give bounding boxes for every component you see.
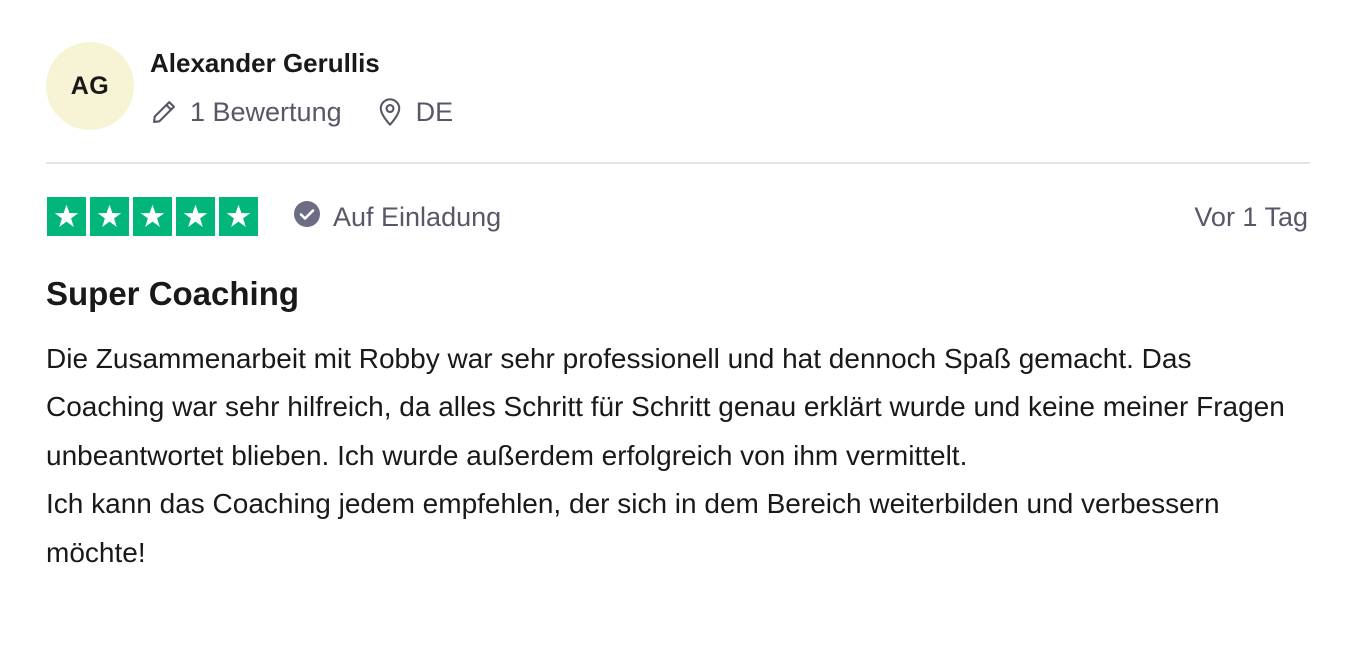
review-body: Die Zusammenarbeit mit Robby war sehr pr… xyxy=(46,335,1310,577)
invite-label: Auf Einladung xyxy=(333,201,502,232)
star-icon xyxy=(219,197,258,236)
pencil-icon xyxy=(150,98,178,126)
review-card: AG Alexander Gerullis 1 Bewertung DE Auf… xyxy=(46,0,1310,646)
rating-row: Auf Einladung Vor 1 Tag xyxy=(46,196,1310,238)
review-count-text: 1 Bewertung xyxy=(190,96,342,127)
consumer-name[interactable]: Alexander Gerullis xyxy=(150,48,380,78)
verified-check-icon xyxy=(293,200,321,235)
country-code: DE xyxy=(415,96,454,127)
star-rating xyxy=(47,197,258,236)
review-paragraph: Die Zusammenarbeit mit Robby war sehr pr… xyxy=(46,343,1285,471)
consumer-meta: 1 Bewertung DE xyxy=(150,94,453,130)
avatar[interactable]: AG xyxy=(46,42,134,130)
consumer-location: DE xyxy=(376,96,454,128)
review-count: 1 Bewertung xyxy=(150,97,342,128)
review-title[interactable]: Super Coaching xyxy=(46,274,299,314)
star-icon xyxy=(176,197,215,236)
review-paragraph: Ich kann das Coaching jedem empfehlen, d… xyxy=(46,488,1220,568)
invite-badge[interactable]: Auf Einladung xyxy=(293,196,501,238)
consumer-info: AG Alexander Gerullis 1 Bewertung DE xyxy=(46,42,1310,132)
divider xyxy=(46,162,1310,164)
star-icon xyxy=(133,197,172,236)
star-icon xyxy=(90,197,129,236)
star-icon xyxy=(47,197,86,236)
location-pin-icon xyxy=(376,97,404,127)
review-date: Vor 1 Tag xyxy=(1194,201,1308,232)
